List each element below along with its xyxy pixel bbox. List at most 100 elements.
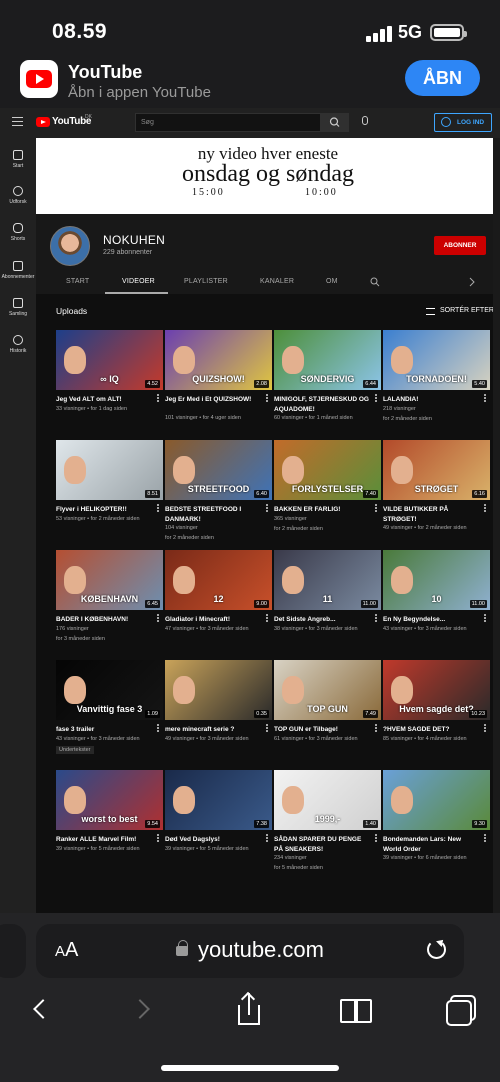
tab-videos[interactable]: VIDEOER [122, 278, 155, 285]
video-title[interactable]: Flyver i HELIKOPTER!! [56, 505, 152, 515]
login-button[interactable]: LOG IND [434, 113, 492, 132]
nav-item-history[interactable]: Historik [0, 335, 36, 354]
video-thumbnail[interactable]: 0.35 [165, 660, 272, 720]
more-options-icon[interactable] [375, 724, 377, 733]
url-text[interactable]: youtube.com [198, 937, 324, 963]
video-thumbnail[interactable]: 8.51 [56, 440, 163, 500]
reload-icon[interactable] [427, 940, 446, 959]
more-options-icon[interactable] [157, 394, 159, 403]
sort-icon[interactable] [426, 308, 435, 315]
nav-item-explore[interactable]: Udforsk [0, 186, 36, 205]
search-input[interactable]: Søg [135, 113, 321, 132]
nav-item-shorts[interactable]: Shorts [0, 223, 36, 242]
video-thumbnail[interactable]: STRØGET 6.16 [383, 440, 490, 500]
video-title[interactable]: BADER I KØBENHAVN! [56, 615, 152, 625]
sort-button[interactable]: SORTÉR EFTER [440, 307, 494, 314]
video-card[interactable]: STRØGET 6.16 VILDE BUTIKKER PÅ STRØGET! 49 … [383, 440, 491, 531]
video-thumbnail[interactable]: QUIZSHOW! 2.08 [165, 330, 272, 390]
video-title[interactable]: BAKKEN ER FARLIG! [274, 505, 370, 515]
more-options-icon[interactable] [157, 504, 159, 513]
share-button[interactable] [236, 991, 266, 1025]
video-thumbnail[interactable]: 11 11.00 [274, 550, 381, 610]
video-card[interactable]: 7.38 Død Ved Dagslys! 39 visninger • for 5… [165, 770, 273, 852]
more-options-icon[interactable] [484, 614, 486, 623]
tab-start[interactable]: START [66, 278, 89, 285]
video-title[interactable]: VILDE BUTIKKER PÅ STRØGET! [383, 505, 479, 524]
video-title[interactable]: Gladiator i Minecraft! [165, 615, 261, 625]
video-title[interactable]: En Ny Begyndelse... [383, 615, 479, 625]
video-title[interactable]: SÅDAN SPARER DU PENGE PÅ SNEAKERS! [274, 835, 370, 854]
video-card[interactable]: 1999,- 1.40 SÅDAN SPARER DU PENGE PÅ SNEAK… [274, 770, 382, 871]
video-thumbnail[interactable]: ∞ IQ 4.52 [56, 330, 163, 390]
nav-item-subscriptions[interactable]: Abonnementer [0, 261, 36, 280]
back-button[interactable] [27, 995, 57, 1025]
video-thumbnail[interactable]: 1999,- 1.40 [274, 770, 381, 830]
channel-avatar[interactable] [50, 226, 90, 266]
more-options-icon[interactable] [266, 834, 268, 843]
subscribe-button[interactable]: ABONNER [434, 236, 486, 255]
video-title[interactable]: mere minecraft serie ? [165, 725, 261, 735]
video-card[interactable]: STREETFOOD 6.40 BEDSTE STREETFOOD I DANMAR… [165, 440, 273, 541]
tab-channels[interactable]: KANALER [260, 278, 294, 285]
video-card[interactable]: SØNDERVIG 6.44 MINIGOLF, STJERNESKUD OG AQ… [274, 330, 382, 421]
more-options-icon[interactable] [375, 394, 377, 403]
video-card[interactable]: Vanvittig fase 3 1.09 fase 3 trailer 43 vis… [56, 660, 164, 754]
tabs-button[interactable] [446, 995, 476, 1026]
tab-playlists[interactable]: PLAYLISTER [184, 278, 228, 285]
video-title[interactable]: fase 3 trailer [56, 725, 152, 735]
more-options-icon[interactable] [157, 834, 159, 843]
video-thumbnail[interactable]: FORLYSTELSER 7.40 [274, 440, 381, 500]
bookmarks-button[interactable] [340, 995, 372, 1025]
video-card[interactable]: 8.51 Flyver i HELIKOPTER!! 53 visninger • … [56, 440, 164, 522]
video-card[interactable]: KØBENHAVN 6.45 BADER I KØBENHAVN! 176 visni… [56, 550, 164, 642]
video-title[interactable]: Ranker ALLE Marvel Film! [56, 835, 152, 845]
video-title[interactable]: Det Sidste Angreb... [274, 615, 370, 625]
video-title[interactable]: Død Ved Dagslys! [165, 835, 261, 845]
video-thumbnail[interactable]: SØNDERVIG 6.44 [274, 330, 381, 390]
open-app-button[interactable]: ÅBN [405, 60, 480, 96]
video-card[interactable]: 0.35 mere minecraft serie ? 49 visninger •… [165, 660, 273, 742]
video-thumbnail[interactable]: worst to best 9.54 [56, 770, 163, 830]
video-card[interactable]: TOP GUN 7.49 TOP GUN er Tilbage! 61 visning… [274, 660, 382, 742]
nav-item-start[interactable]: Start [0, 150, 36, 169]
more-options-icon[interactable] [484, 724, 486, 733]
video-card[interactable]: 10 11.00 En Ny Begyndelse... 43 visninger •… [383, 550, 491, 632]
video-title[interactable]: Jeg Er Med i Et QUIZSHOW! [165, 395, 261, 405]
more-options-icon[interactable] [375, 504, 377, 513]
video-thumbnail[interactable]: 12 9.00 [165, 550, 272, 610]
video-thumbnail[interactable]: TORNADOEN! 5.40 [383, 330, 490, 390]
video-title[interactable]: BEDSTE STREETFOOD I DANMARK! [165, 505, 261, 524]
search-button[interactable] [321, 113, 349, 132]
video-card[interactable]: 12 9.00 Gladiator i Minecraft! 47 visninger… [165, 550, 273, 632]
video-thumbnail[interactable]: 7.38 [165, 770, 272, 830]
video-title[interactable]: ?HVEM SAGDE DET? [383, 725, 479, 735]
video-title[interactable]: Jeg Ved ALT om ALT! [56, 395, 152, 405]
more-options-icon[interactable] [375, 834, 377, 843]
video-thumbnail[interactable]: Hvem sagde det? 10.23 [383, 660, 490, 720]
video-title[interactable]: TOP GUN er Tilbage! [274, 725, 370, 735]
video-thumbnail[interactable]: STREETFOOD 6.40 [165, 440, 272, 500]
video-title[interactable]: MINIGOLF, STJERNESKUD OG AQUADOME! [274, 395, 370, 414]
nav-item-library[interactable]: Samling [0, 298, 36, 317]
video-thumbnail[interactable]: KØBENHAVN 6.45 [56, 550, 163, 610]
more-options-icon[interactable] [375, 614, 377, 623]
more-options-icon[interactable] [484, 394, 486, 403]
chevron-right-icon[interactable] [468, 277, 476, 287]
youtube-logo-icon[interactable] [36, 117, 50, 127]
video-card[interactable]: TORNADOEN! 5.40 LALANDIA! 218 visninger for … [383, 330, 491, 422]
video-card[interactable]: 11 11.00 Det Sidste Angreb... 38 visninger … [274, 550, 382, 632]
more-options-icon[interactable] [157, 724, 159, 733]
video-card[interactable]: ∞ IQ 4.52 Jeg Ved ALT om ALT! 33 visninger … [56, 330, 164, 412]
video-title[interactable]: LALANDIA! [383, 395, 479, 405]
more-options-icon[interactable] [266, 614, 268, 623]
microphone-icon[interactable] [362, 116, 368, 125]
channel-search-icon[interactable] [370, 277, 380, 287]
reader-settings-button[interactable]: AA [55, 939, 78, 962]
more-options-icon[interactable] [266, 504, 268, 513]
video-thumbnail[interactable]: Vanvittig fase 3 1.09 [56, 660, 163, 720]
video-thumbnail[interactable]: 9.30 [383, 770, 490, 830]
scrollbar[interactable] [493, 138, 500, 913]
video-title[interactable]: Bondemanden Lars: New World Order [383, 835, 479, 854]
forward-button[interactable] [130, 995, 160, 1025]
tab-about[interactable]: OM [326, 278, 338, 285]
